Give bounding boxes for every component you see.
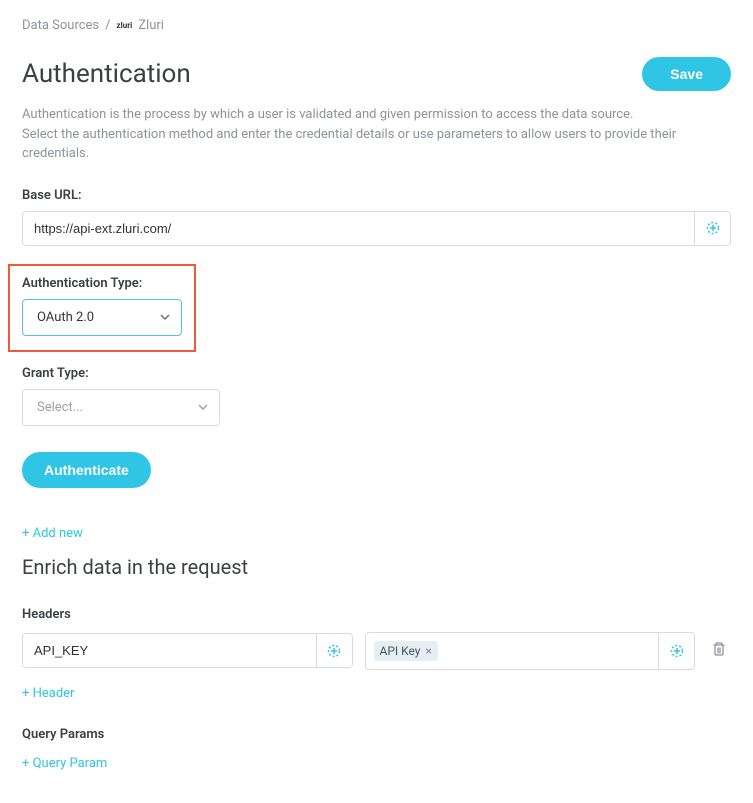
zluri-logo: zluri — [117, 21, 133, 30]
save-button[interactable]: Save — [642, 57, 731, 91]
description-line-1: Authentication is the process by which a… — [22, 105, 731, 125]
tag-remove-icon[interactable]: × — [425, 644, 431, 658]
breadcrumb-root-link[interactable]: Data Sources — [22, 18, 99, 33]
enrich-section-title: Enrich data in the request — [22, 555, 731, 579]
auth-description: Authentication is the process by which a… — [22, 105, 731, 164]
page-title: Authentication — [22, 59, 191, 89]
grant-type-select[interactable]: Select... — [22, 389, 220, 426]
header-value-tag: API Key × — [374, 641, 438, 661]
breadcrumb-separator: / — [105, 18, 110, 33]
auth-type-highlight: Authentication Type: OAuth 2.0 — [8, 264, 196, 352]
add-parameter-button[interactable] — [695, 211, 731, 246]
trash-icon — [711, 645, 727, 660]
header-value-input[interactable]: API Key × — [365, 632, 660, 670]
description-line-2: Select the authentication method and ent… — [22, 125, 731, 164]
breadcrumb-current: Zluri — [138, 18, 164, 33]
auth-type-select[interactable]: OAuth 2.0 — [22, 299, 182, 336]
header-key-param-button[interactable] — [317, 633, 353, 668]
add-query-param-link[interactable]: + Query Param — [22, 756, 107, 771]
headers-label: Headers — [22, 607, 731, 622]
parameter-icon — [326, 643, 342, 659]
parameter-icon — [669, 643, 685, 659]
add-new-link[interactable]: + Add new — [22, 526, 83, 541]
authenticate-button[interactable]: Authenticate — [22, 452, 151, 488]
parameter-icon — [705, 220, 721, 236]
breadcrumb: Data Sources / zluri Zluri — [22, 18, 731, 33]
add-header-link[interactable]: + Header — [22, 686, 74, 701]
auth-type-label: Authentication Type: — [22, 276, 182, 291]
grant-type-label: Grant Type: — [22, 366, 731, 381]
delete-header-button[interactable] — [707, 637, 731, 664]
base-url-input[interactable] — [22, 211, 695, 246]
base-url-label: Base URL: — [22, 188, 731, 203]
header-value-param-button[interactable] — [659, 632, 695, 670]
header-key-input[interactable] — [22, 633, 317, 668]
query-params-label: Query Params — [22, 727, 731, 742]
tag-label: API Key — [380, 644, 421, 658]
